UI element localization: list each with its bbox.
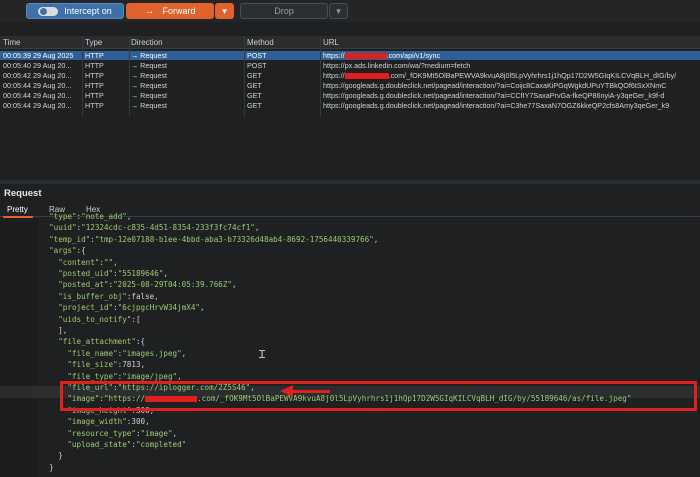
- json-string: "6cjpgcHrvW34jmX4": [117, 303, 200, 313]
- highlight-box: [60, 381, 697, 411]
- json-punct: }: [58, 451, 63, 461]
- json-string: "upload_state": [67, 440, 132, 449]
- json-punct: ,: [373, 234, 379, 244]
- json-string: "": [103, 257, 114, 267]
- json-punct: ,: [181, 348, 187, 358]
- code-line: "is_buffer_obj":false,: [58, 292, 159, 301]
- json-punct: :{: [135, 337, 146, 347]
- code-line: "posted_uid":"55189646",: [58, 269, 168, 278]
- code-line: "content":"",: [58, 258, 117, 267]
- json-string: "file_name": [67, 348, 118, 358]
- code-line: "args":{: [49, 246, 86, 255]
- json-string: "posted_at": [58, 280, 109, 290]
- json-string: "uuid": [49, 223, 77, 233]
- json-string: "file_attachment": [58, 337, 136, 347]
- json-string: "uids_to_notify": [58, 314, 132, 324]
- json-string: "12324cdc-c835-4d51-8354-233f3fc74cf1": [81, 223, 255, 233]
- json-string: "note_add": [81, 212, 127, 221]
- code-line: }: [49, 463, 54, 472]
- json-string: "posted_uid": [58, 269, 114, 278]
- code-line: "file_size":7813,: [67, 360, 145, 369]
- json-string: "args": [49, 246, 77, 256]
- json-string: "is_buffer_obj": [58, 291, 127, 301]
- code-line: "uids_to_notify":[: [58, 315, 140, 324]
- code-line: "upload_state":"completed": [67, 440, 186, 449]
- arrow-shaft: [292, 390, 330, 393]
- json-string: "image/jpeg": [122, 371, 178, 381]
- json-punct: :[: [131, 314, 141, 324]
- json-punct: :false,: [126, 291, 159, 301]
- code-line: "project_id":"6cjpgcHrvW34jmX4",: [58, 303, 204, 312]
- json-punct: ,: [177, 371, 182, 381]
- code-line: "uuid":"12324cdc-c835-4d51-8354-233f3fc7…: [49, 223, 259, 232]
- json-string: "image": [140, 428, 173, 438]
- json-string: "project_id": [58, 303, 114, 313]
- json-punct: ,: [163, 269, 168, 278]
- json-punct: ,: [231, 280, 237, 290]
- json-string: "2025-08-29T04:05:39.766Z": [113, 280, 232, 290]
- json-punct: ,: [126, 212, 132, 221]
- json-string: "content": [58, 257, 100, 267]
- code-line: "file_type":"image/jpeg",: [67, 372, 181, 381]
- json-string: "file_size": [67, 360, 118, 370]
- code-line: "temp_id":"tmp-12e07188-b1ee-4bbd-aba3-b…: [49, 235, 378, 244]
- json-string: "image_width": [67, 417, 127, 427]
- code-line: "file_name":"images.jpeg",: [67, 349, 186, 358]
- json-string: "type": [49, 212, 77, 221]
- code-line: ],: [58, 326, 67, 335]
- json-punct: ,: [172, 428, 178, 438]
- code-line: }: [58, 451, 63, 460]
- json-punct: ,: [199, 303, 205, 313]
- json-punct: ,: [254, 223, 260, 233]
- code-line: "file_attachment":{: [58, 337, 145, 346]
- code-line: "type":"note_add",: [49, 212, 131, 221]
- json-punct: :{: [76, 246, 86, 256]
- json-punct: }: [49, 462, 54, 472]
- json-string: "images.jpeg": [122, 348, 182, 358]
- code-line: "posted_at":"2025-08-29T04:05:39.766Z",: [58, 280, 236, 289]
- code-line: "image_width":300,: [67, 417, 149, 426]
- code-line: "resource_type":"image",: [67, 429, 177, 438]
- json-string: "temp_id": [49, 234, 91, 244]
- json-string: "completed": [135, 440, 187, 449]
- text-cursor-icon: Ɪ: [259, 348, 266, 361]
- json-punct: ,: [113, 257, 118, 267]
- json-string: "55189646": [117, 269, 164, 278]
- json-string: "resource_type": [67, 428, 136, 438]
- json-punct: ],: [58, 326, 68, 335]
- json-punct: :300,: [126, 417, 150, 427]
- json-string: "tmp-12e07188-b1ee-4bbd-aba3-b73326d48ab…: [94, 234, 374, 244]
- json-string: "file_type": [67, 371, 118, 381]
- json-punct: :7813,: [117, 360, 146, 370]
